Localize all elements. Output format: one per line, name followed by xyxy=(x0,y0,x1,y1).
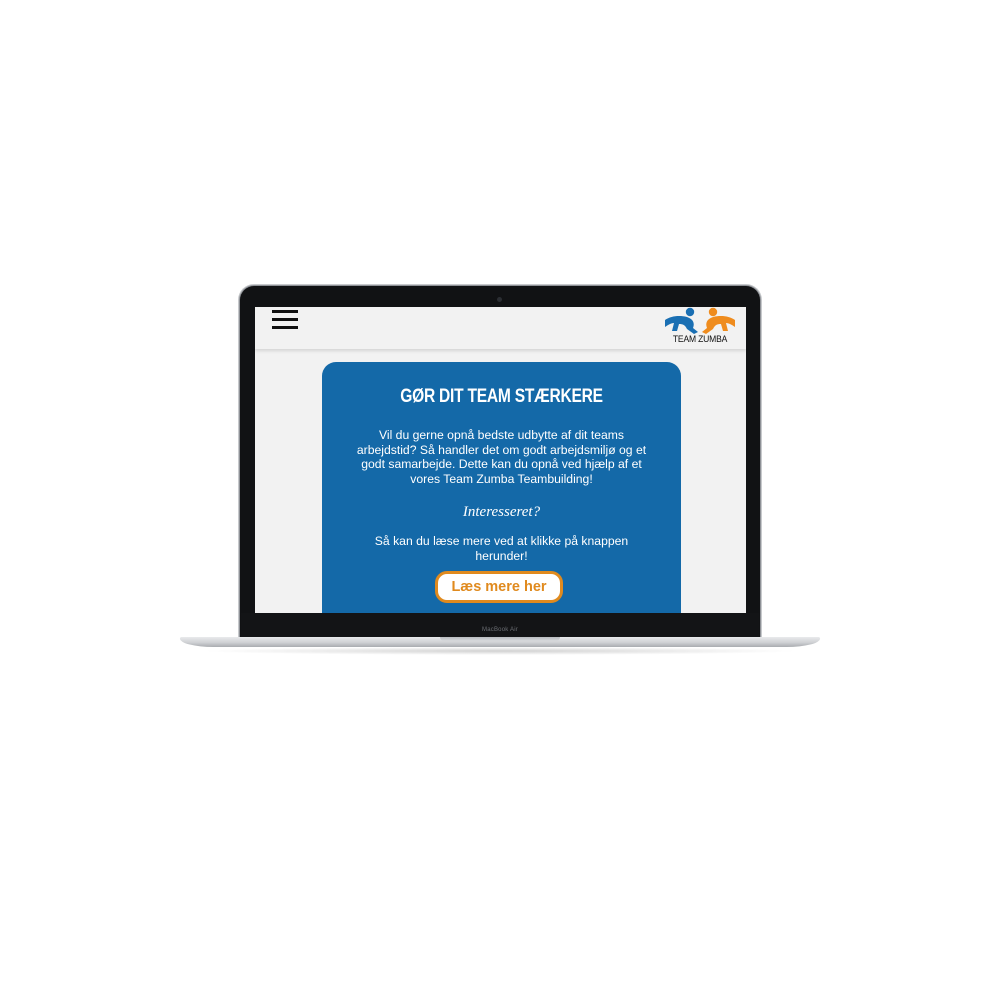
hero-question: Interesseret? xyxy=(462,504,541,520)
team-zumba-logo[interactable]: TEAM ZUMBA xyxy=(661,307,739,349)
camera-icon xyxy=(497,297,502,302)
hamburger-menu-icon[interactable] xyxy=(272,309,298,329)
logo-text: TEAM ZUMBA xyxy=(672,334,728,345)
menu-line xyxy=(272,310,298,313)
laptop-screen: TEAM ZUMBA GØR DIT TEAM STÆRKERE Vil du … xyxy=(255,307,746,613)
hero-title: GØR DIT TEAM STÆRKERE xyxy=(400,386,603,407)
laptop-shadow xyxy=(200,647,800,655)
mockup-stage: TEAM ZUMBA GØR DIT TEAM STÆRKERE Vil du … xyxy=(0,0,1000,1000)
menu-line xyxy=(272,326,298,329)
laptop-chin: MacBook Air xyxy=(241,613,759,639)
hero-description: Vil du gerne opnå bedste udbytte af dit … xyxy=(356,428,647,486)
two-dancers-logo-icon xyxy=(665,307,735,334)
hero-card: GØR DIT TEAM STÆRKERE Vil du gerne opnå … xyxy=(322,362,681,613)
model-label: MacBook Air xyxy=(482,627,518,633)
site-header: TEAM ZUMBA xyxy=(255,307,746,349)
menu-line xyxy=(272,318,298,321)
laptop-base-notch xyxy=(440,637,560,641)
read-more-button[interactable]: Læs mere her xyxy=(435,571,563,603)
hero-cta-text: Så kan du læse mere ved at klikke på kna… xyxy=(374,534,629,563)
